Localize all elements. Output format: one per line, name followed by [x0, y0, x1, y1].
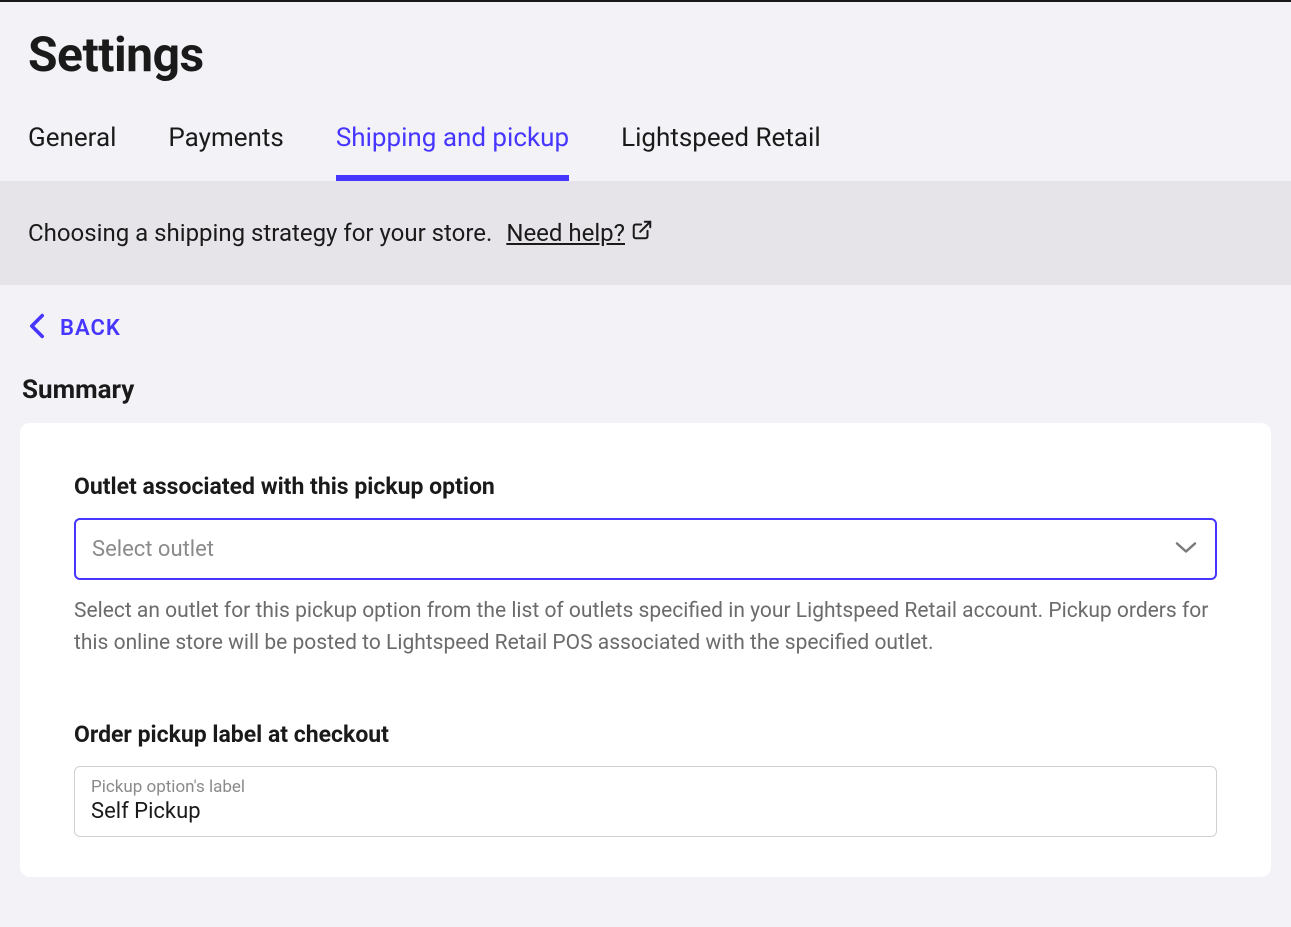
tab-general[interactable]: General: [28, 123, 116, 181]
outlet-select-placeholder: Select outlet: [92, 537, 214, 562]
summary-card: Outlet associated with this pickup optio…: [20, 423, 1271, 877]
help-bar-message: Choosing a shipping strategy for your st…: [28, 219, 492, 247]
outlet-field-label: Outlet associated with this pickup optio…: [74, 473, 1217, 500]
page-title: Settings: [0, 2, 1291, 93]
external-link-icon: [631, 219, 653, 247]
settings-tabs: General Payments Shipping and pickup Lig…: [0, 93, 1291, 181]
tab-payments[interactable]: Payments: [168, 123, 283, 181]
chevron-left-icon: [28, 313, 46, 343]
back-button[interactable]: BACK: [0, 285, 1291, 353]
section-heading-summary: Summary: [0, 353, 1291, 423]
outlet-field-group: Outlet associated with this pickup optio…: [74, 473, 1217, 659]
tab-shipping-and-pickup[interactable]: Shipping and pickup: [336, 123, 569, 181]
pickup-label-field-group: Order pickup label at checkout Pickup op…: [74, 721, 1217, 837]
need-help-link[interactable]: Need help?: [506, 219, 653, 247]
pickup-label-floating-label: Pickup option's label: [91, 777, 1200, 797]
chevron-down-icon: [1175, 540, 1197, 559]
help-bar: Choosing a shipping strategy for your st…: [0, 181, 1291, 285]
need-help-label: Need help?: [506, 219, 625, 247]
pickup-label-input-wrap[interactable]: Pickup option's label: [74, 766, 1217, 837]
pickup-label-field-label: Order pickup label at checkout: [74, 721, 1217, 748]
pickup-label-input[interactable]: [91, 799, 1200, 824]
back-label: BACK: [60, 316, 121, 341]
outlet-help-text: Select an outlet for this pickup option …: [74, 596, 1217, 659]
tab-lightspeed-retail[interactable]: Lightspeed Retail: [621, 123, 821, 181]
outlet-select[interactable]: Select outlet: [74, 518, 1217, 580]
